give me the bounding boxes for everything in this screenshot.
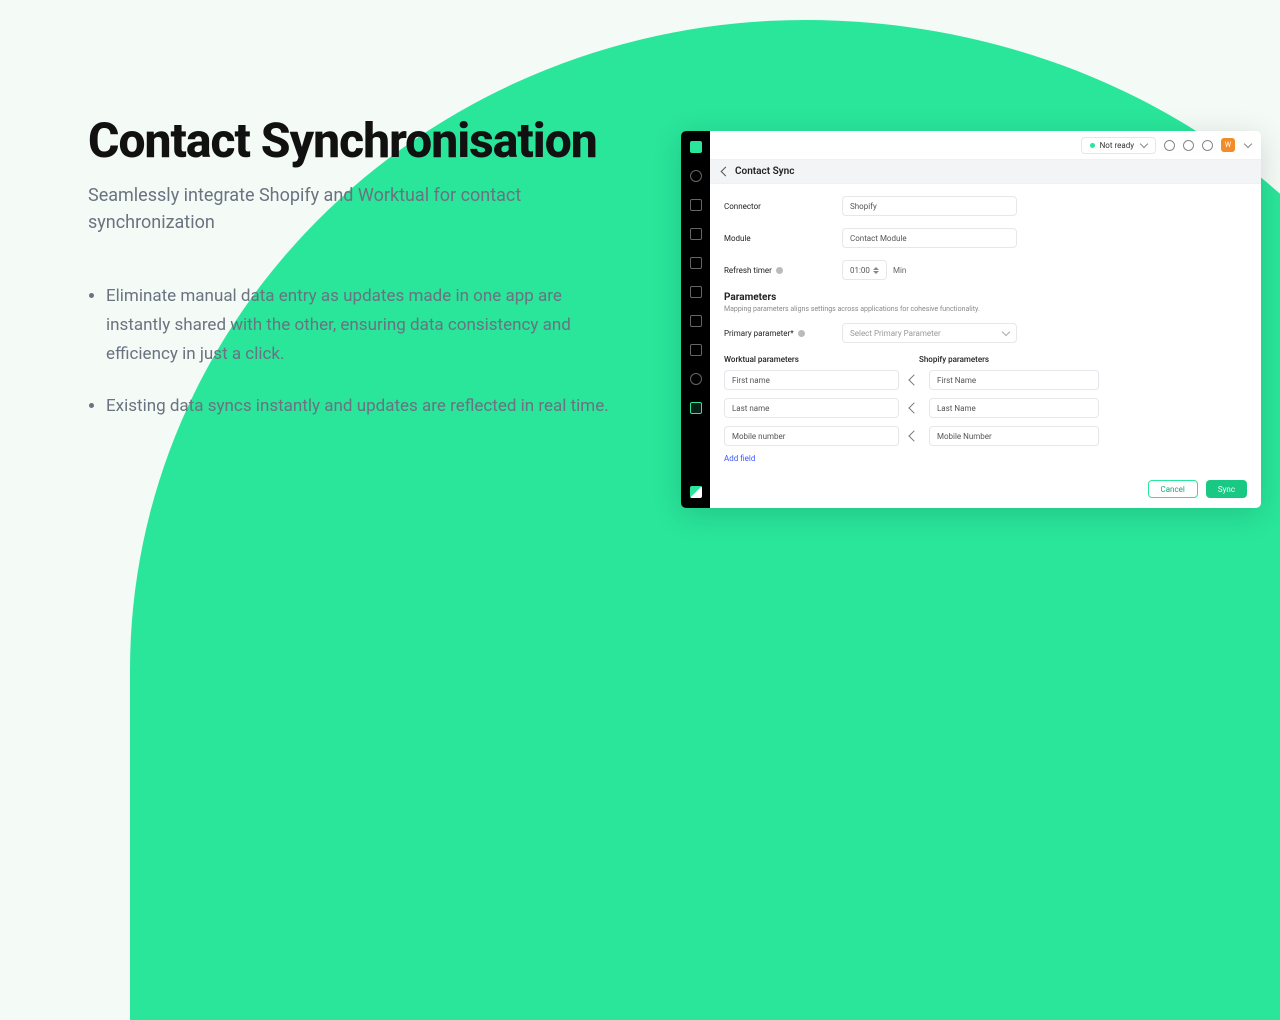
- avatar[interactable]: W: [1221, 138, 1235, 152]
- chevron-down-icon: [1002, 328, 1010, 336]
- sidebar-nav-icon[interactable]: [690, 228, 702, 240]
- info-icon[interactable]: [776, 267, 783, 274]
- back-icon[interactable]: [721, 167, 731, 177]
- add-field-link[interactable]: Add field: [724, 454, 1247, 463]
- main-panel: Not ready W Contact Sync Connector Shopi…: [710, 131, 1261, 508]
- app-window: Not ready W Contact Sync Connector Shopi…: [681, 131, 1261, 508]
- mapping-columns-header: Worktual parameters Shopify parameters: [724, 355, 1247, 364]
- refresh-unit: Min: [893, 266, 906, 275]
- sidebar-bottom-icon[interactable]: [690, 486, 702, 498]
- shopify-param-select[interactable]: First Name: [929, 370, 1099, 390]
- settings-gear-icon[interactable]: [1183, 140, 1194, 151]
- arrow-left-icon: [909, 403, 919, 413]
- shopify-col-header: Shopify parameters: [919, 355, 989, 364]
- sidebar-nav-icon[interactable]: [690, 170, 702, 182]
- worktual-col-header: Worktual parameters: [724, 355, 919, 364]
- info-icon[interactable]: [798, 330, 805, 337]
- app-logo-icon: [690, 141, 702, 153]
- sync-button[interactable]: Sync: [1206, 480, 1247, 498]
- mapping-row: Last name Last Name: [724, 398, 1247, 418]
- sidebar: [681, 131, 710, 508]
- refresh-timer-label: Refresh timer: [724, 266, 842, 275]
- status-label: Not ready: [1100, 141, 1134, 150]
- breadcrumb: Contact Sync: [710, 160, 1261, 184]
- form-footer: Cancel Sync: [710, 470, 1261, 508]
- page-subtitle: Seamlessly integrate Shopify and Worktua…: [88, 182, 618, 236]
- mapping-row: First name First Name: [724, 370, 1247, 390]
- parameters-heading: Parameters: [724, 292, 1247, 303]
- settings-icon[interactable]: [690, 402, 702, 414]
- topbar: Not ready W: [710, 131, 1261, 160]
- primary-parameter-label: Primary parameter*: [724, 329, 842, 338]
- connector-label: Connector: [724, 202, 842, 211]
- status-dropdown[interactable]: Not ready: [1081, 137, 1156, 154]
- sidebar-nav-icon[interactable]: [690, 199, 702, 211]
- stepper-icon[interactable]: [873, 267, 879, 274]
- refresh-timer-input[interactable]: 01:00: [842, 260, 887, 280]
- module-label: Module: [724, 234, 842, 243]
- marketing-copy: Contact Synchronisation Seamlessly integ…: [88, 115, 618, 445]
- feature-list: Eliminate manual data entry as updates m…: [88, 282, 618, 422]
- breadcrumb-title: Contact Sync: [735, 166, 794, 177]
- module-input[interactable]: Contact Module: [842, 228, 1017, 248]
- sidebar-nav-icon[interactable]: [690, 373, 702, 385]
- arrow-left-icon: [909, 431, 919, 441]
- arrow-left-icon: [909, 375, 919, 385]
- worktual-param-input[interactable]: First name: [724, 370, 899, 390]
- sidebar-nav-icon[interactable]: [690, 344, 702, 356]
- worktual-param-input[interactable]: Mobile number: [724, 426, 899, 446]
- chevron-down-icon: [1140, 140, 1148, 148]
- page-title: Contact Synchronisation: [88, 115, 618, 168]
- bell-icon[interactable]: [1202, 140, 1213, 151]
- cancel-button[interactable]: Cancel: [1148, 480, 1198, 498]
- chevron-down-icon[interactable]: [1244, 140, 1252, 148]
- status-dot-icon: [1090, 143, 1095, 148]
- worktual-param-input[interactable]: Last name: [724, 398, 899, 418]
- mapping-row: Mobile number Mobile Number: [724, 426, 1247, 446]
- sidebar-nav-icon[interactable]: [690, 315, 702, 327]
- sidebar-nav-icon[interactable]: [690, 286, 702, 298]
- connector-input[interactable]: Shopify: [842, 196, 1017, 216]
- shopify-param-select[interactable]: Mobile Number: [929, 426, 1099, 446]
- shopify-param-select[interactable]: Last Name: [929, 398, 1099, 418]
- phone-icon[interactable]: [1164, 140, 1175, 151]
- form-area: Connector Shopify Module Contact Module …: [710, 184, 1261, 470]
- feature-item: Existing data syncs instantly and update…: [106, 392, 618, 421]
- primary-parameter-select[interactable]: Select Primary Parameter: [842, 323, 1017, 343]
- feature-item: Eliminate manual data entry as updates m…: [106, 282, 618, 369]
- sidebar-nav-icon[interactable]: [690, 257, 702, 269]
- parameters-subtext: Mapping parameters aligns settings acros…: [724, 305, 1247, 313]
